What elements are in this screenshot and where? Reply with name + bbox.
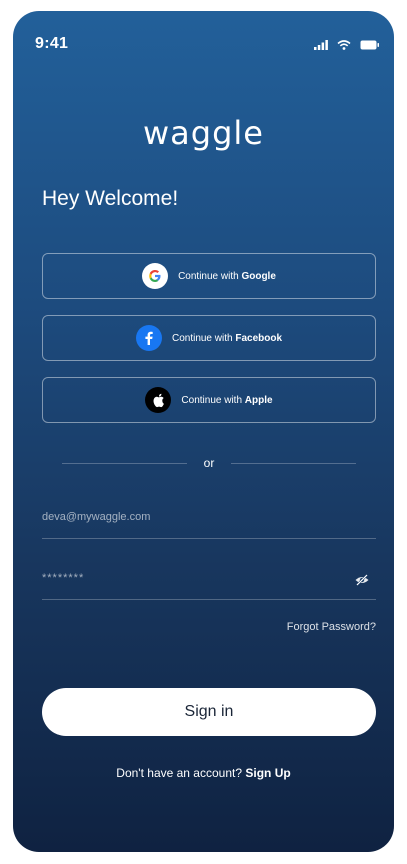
cellular-signal-icon: [314, 37, 328, 55]
status-bar: 9:41: [13, 11, 394, 81]
password-value: ********: [42, 572, 85, 584]
status-icons: [314, 37, 380, 55]
wifi-icon: [337, 37, 351, 55]
continue-with-facebook-button[interactable]: Continue with Facebook: [42, 315, 376, 361]
no-account-text: Don't have an account?: [116, 766, 243, 780]
continue-with-google-button[interactable]: Continue with Google: [42, 253, 376, 299]
continue-with-apple-button[interactable]: Continue with Apple: [42, 377, 376, 423]
signup-prompt: Don't have an account? Sign Up: [13, 766, 394, 780]
eye-off-icon[interactable]: [354, 572, 370, 588]
email-value: deva@mywaggle.com: [42, 511, 151, 523]
email-field[interactable]: deva@mywaggle.com: [42, 499, 376, 539]
phone-screen: 9:41 waggle Hey Welcome! Continue with G…: [13, 11, 394, 852]
divider-line-right: [231, 463, 356, 464]
facebook-button-label: Continue with Facebook: [171, 332, 283, 344]
google-button-label: Continue with Google: [178, 270, 276, 282]
google-icon: [142, 263, 169, 289]
apple-icon: [145, 387, 172, 413]
facebook-icon: [135, 325, 162, 351]
or-divider: or: [62, 456, 356, 470]
app-logo: waggle: [143, 114, 264, 152]
battery-icon: [360, 37, 380, 55]
apple-button-label: Continue with Apple: [181, 394, 273, 406]
forgot-password-link[interactable]: Forgot Password?: [287, 621, 376, 633]
page-title: Hey Welcome!: [42, 187, 179, 210]
sign-up-link[interactable]: Sign Up: [245, 766, 290, 780]
sign-in-button[interactable]: Sign in: [42, 688, 376, 736]
status-time: 9:41: [35, 35, 69, 52]
password-field[interactable]: ********: [42, 560, 376, 600]
